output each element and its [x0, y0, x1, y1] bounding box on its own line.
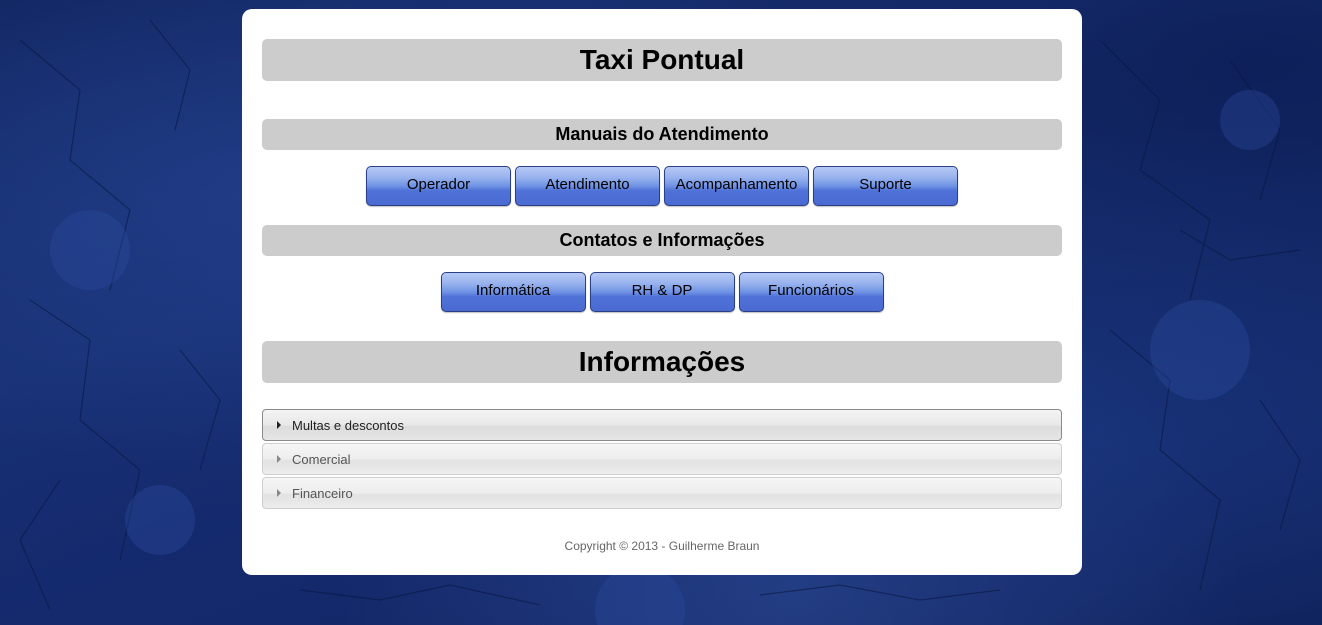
acompanhamento-button[interactable]: Acompanhamento	[664, 166, 809, 206]
accordion-item-label: Financeiro	[292, 485, 353, 501]
atendimento-button[interactable]: Atendimento	[515, 166, 660, 206]
section-heading-informacoes: Informações	[262, 341, 1062, 383]
suporte-button[interactable]: Suporte	[813, 166, 958, 206]
main-panel: Taxi Pontual Manuais do Atendimento Oper…	[242, 9, 1082, 575]
section-heading-contatos: Contatos e Informações	[262, 225, 1062, 256]
funcionarios-button[interactable]: Funcionários	[738, 272, 884, 312]
info-accordion: Multas e descontos Comercial Financeiro	[262, 409, 1062, 511]
accordion-item-comercial[interactable]: Comercial	[262, 443, 1062, 475]
operador-button[interactable]: Operador	[366, 166, 511, 206]
accordion-item-financeiro[interactable]: Financeiro	[262, 477, 1062, 509]
contatos-button-row: Informática RH & DP Funcionários	[242, 272, 1082, 312]
accordion-item-label: Multas e descontos	[292, 417, 405, 433]
triangle-right-icon	[277, 489, 281, 497]
informatica-button[interactable]: Informática	[440, 272, 586, 312]
section-heading-manuais: Manuais do Atendimento	[262, 119, 1062, 150]
triangle-right-icon	[277, 455, 281, 463]
rh-dp-button[interactable]: RH & DP	[589, 272, 735, 312]
manuais-button-row: Operador Atendimento Acompanhamento Supo…	[242, 166, 1082, 206]
accordion-item-label: Comercial	[292, 451, 351, 467]
triangle-right-icon	[277, 421, 281, 429]
footer-copyright: Copyright © 2013 - Guilherme Braun	[564, 539, 760, 553]
page-title: Taxi Pontual	[262, 39, 1062, 81]
accordion-item-multas[interactable]: Multas e descontos	[262, 409, 1062, 441]
